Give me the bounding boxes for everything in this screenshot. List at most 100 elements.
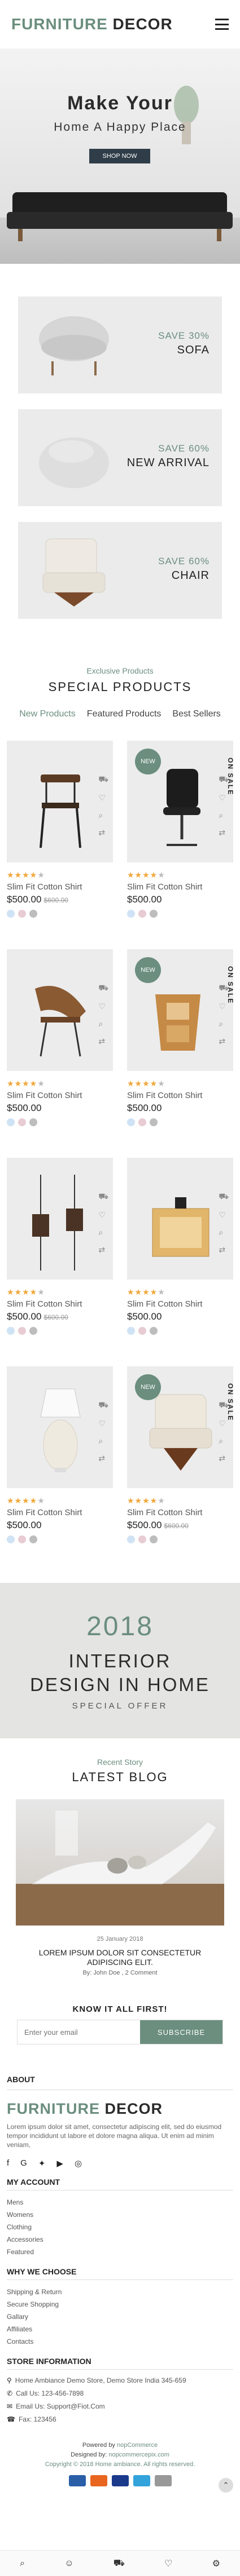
product-image[interactable]: NEW ON SALE ⛟ ♡ ⌕ ⇄ (127, 741, 234, 862)
product-card[interactable]: NEW ON SALE ⛟ ♡ ⌕ ⇄ ★★★★★ Slim Fit Cotton Shirt… (127, 741, 234, 918)
color-swatch[interactable] (29, 1118, 37, 1126)
compare-icon[interactable]: ⇄ (219, 1454, 229, 1463)
product-card[interactable]: ⛟ ♡ ⌕ ⇄ ★★★★★ Slim Fit Cotton Shirt $500.00 (7, 1366, 113, 1543)
wishlist-icon[interactable]: ♡ (98, 1419, 108, 1428)
wishlist-icon[interactable]: ♡ (164, 2558, 172, 2569)
logo[interactable]: FURNITURE DECOR (11, 15, 173, 33)
color-swatch[interactable] (7, 1535, 15, 1543)
color-swatch[interactable] (127, 1327, 135, 1335)
add-to-cart-icon[interactable]: ⛟ (98, 1400, 108, 1411)
shop-now-button[interactable]: SHOP NOW (89, 149, 150, 163)
product-image[interactable]: ⛟ ♡ ⌕ ⇄ (7, 1158, 113, 1280)
color-swatch[interactable] (18, 1535, 26, 1543)
product-name[interactable]: Slim Fit Cotton Shirt (127, 1508, 233, 1517)
add-to-cart-icon[interactable]: ⛟ (219, 774, 229, 785)
hamburger-menu-icon[interactable] (215, 19, 229, 30)
footer-link-affiliates[interactable]: Affiliates (7, 2323, 233, 2335)
color-swatch[interactable] (150, 910, 158, 918)
footer-link-womens[interactable]: Womens (7, 2208, 233, 2221)
quick-view-icon[interactable]: ⌕ (98, 1019, 108, 1029)
color-swatch[interactable] (150, 1327, 158, 1335)
color-swatch[interactable] (7, 910, 15, 918)
product-name[interactable]: Slim Fit Cotton Shirt (127, 1091, 233, 1100)
settings-icon[interactable]: ⚙ (212, 2558, 220, 2569)
footer-link-secure-shopping[interactable]: Secure Shopping (7, 2298, 233, 2311)
wishlist-icon[interactable]: ♡ (219, 1210, 229, 1220)
product-card[interactable]: NEW ON SALE ⛟ ♡ ⌕ ⇄ ★★★★★ Slim Fit Cotton Shirt… (127, 1366, 234, 1543)
footer-link-accessories[interactable]: Accessories (7, 2233, 233, 2246)
color-swatch[interactable] (150, 1535, 158, 1543)
footer-link-clothing[interactable]: Clothing (7, 2221, 233, 2233)
product-name[interactable]: Slim Fit Cotton Shirt (7, 882, 113, 892)
add-to-cart-icon[interactable]: ⛟ (219, 983, 229, 994)
tab-best-sellers[interactable]: Best Sellers (172, 709, 220, 719)
compare-icon[interactable]: ⇄ (219, 1245, 229, 1255)
color-swatch[interactable] (138, 910, 146, 918)
color-swatch[interactable] (29, 910, 37, 918)
subscribe-button[interactable]: SUBSCRIBE (140, 2020, 222, 2044)
color-swatch[interactable] (18, 1327, 26, 1335)
product-name[interactable]: Slim Fit Cotton Shirt (127, 1299, 233, 1309)
google-plus-icon[interactable]: G (20, 2158, 27, 2168)
color-swatch[interactable] (7, 1118, 15, 1126)
color-swatch[interactable] (138, 1327, 146, 1335)
add-to-cart-icon[interactable]: ⛟ (98, 983, 108, 994)
wishlist-icon[interactable]: ♡ (219, 793, 229, 803)
footer-link-shipping[interactable]: Shipping & Return (7, 2286, 233, 2298)
wishlist-icon[interactable]: ♡ (219, 1002, 229, 1011)
add-to-cart-icon[interactable]: ⛟ (219, 1400, 229, 1411)
banner-new-arrival[interactable]: SAVE 60% NEW ARRIVAL (18, 409, 222, 506)
promo-banner[interactable]: 2018 INTERIOR DESIGN IN HOME SPECIAL OFF… (0, 1583, 240, 1738)
quick-view-icon[interactable]: ⌕ (219, 1228, 229, 1237)
color-swatch[interactable] (127, 1535, 135, 1543)
product-name[interactable]: Slim Fit Cotton Shirt (127, 882, 233, 892)
back-to-top-icon[interactable]: ⌃ (219, 2478, 233, 2493)
product-name[interactable]: Slim Fit Cotton Shirt (7, 1091, 113, 1100)
wishlist-icon[interactable]: ♡ (219, 1419, 229, 1428)
color-swatch[interactable] (18, 1118, 26, 1126)
blog-post-title[interactable]: LOREM IPSUM DOLOR SIT CONSECTETUR ADIPIS… (17, 1948, 223, 1967)
quick-view-icon[interactable]: ⌕ (98, 1228, 108, 1237)
product-name[interactable]: Slim Fit Cotton Shirt (7, 1299, 113, 1309)
quick-view-icon[interactable]: ⌕ (219, 1436, 229, 1446)
add-to-cart-icon[interactable]: ⛟ (98, 774, 108, 785)
quick-view-icon[interactable]: ⌕ (219, 1019, 229, 1029)
color-swatch[interactable] (18, 910, 26, 918)
product-image[interactable]: ⛟ ♡ ⌕ ⇄ (7, 741, 113, 862)
quick-view-icon[interactable]: ⌕ (98, 811, 108, 820)
color-swatch[interactable] (7, 1327, 15, 1335)
wishlist-icon[interactable]: ♡ (98, 1002, 108, 1011)
quick-view-icon[interactable]: ⌕ (219, 811, 229, 820)
add-to-cart-icon[interactable]: ⛟ (219, 1192, 229, 1202)
footer-link-featured[interactable]: Featured (7, 2246, 233, 2258)
wishlist-icon[interactable]: ♡ (98, 793, 108, 803)
footer-link-gallary[interactable]: Gallary (7, 2311, 233, 2323)
blog-post-image[interactable] (16, 1799, 224, 1926)
youtube-icon[interactable]: ▶ (56, 2158, 63, 2168)
banner-chair[interactable]: SAVE 60% CHAIR (18, 522, 222, 619)
footer-link-mens[interactable]: Mens (7, 2196, 233, 2208)
footer-logo[interactable]: FURNITURE DECOR (7, 2100, 233, 2118)
twitter-icon[interactable]: ✦ (38, 2158, 46, 2168)
color-swatch[interactable] (138, 1535, 146, 1543)
tab-new-products[interactable]: New Products (19, 709, 76, 719)
compare-icon[interactable]: ⇄ (98, 1245, 108, 1255)
compare-icon[interactable]: ⇄ (219, 828, 229, 838)
color-swatch[interactable] (150, 1118, 158, 1126)
product-card[interactable]: ⛟ ♡ ⌕ ⇄ ★★★★★ Slim Fit Cotton Shirt $500.00 (127, 1158, 233, 1335)
color-swatch[interactable] (29, 1535, 37, 1543)
newsletter-email-input[interactable] (18, 2020, 140, 2044)
product-image[interactable]: ⛟ ♡ ⌕ ⇄ (7, 1366, 113, 1488)
product-card[interactable]: ⛟ ♡ ⌕ ⇄ ★★★★★ Slim Fit Cotton Shirt $500.00 $60… (7, 1158, 113, 1335)
product-card[interactable]: NEW ON SALE ⛟ ♡ ⌕ ⇄ ★★★★★ Slim Fit Cotton Shirt… (127, 949, 234, 1126)
compare-icon[interactable]: ⇄ (98, 828, 108, 838)
search-icon[interactable]: ⌕ (20, 2559, 25, 2569)
quick-view-icon[interactable]: ⌕ (98, 1436, 108, 1446)
facebook-icon[interactable]: f (7, 2158, 9, 2168)
color-swatch[interactable] (127, 1118, 135, 1126)
store-email[interactable]: Email Us: Support@Fiot.Com (16, 2402, 105, 2410)
instagram-icon[interactable]: ◎ (75, 2158, 82, 2168)
add-to-cart-icon[interactable]: ⛟ (98, 1192, 108, 1202)
powered-by-link[interactable]: nopCommerce (117, 2442, 158, 2449)
compare-icon[interactable]: ⇄ (98, 1454, 108, 1463)
